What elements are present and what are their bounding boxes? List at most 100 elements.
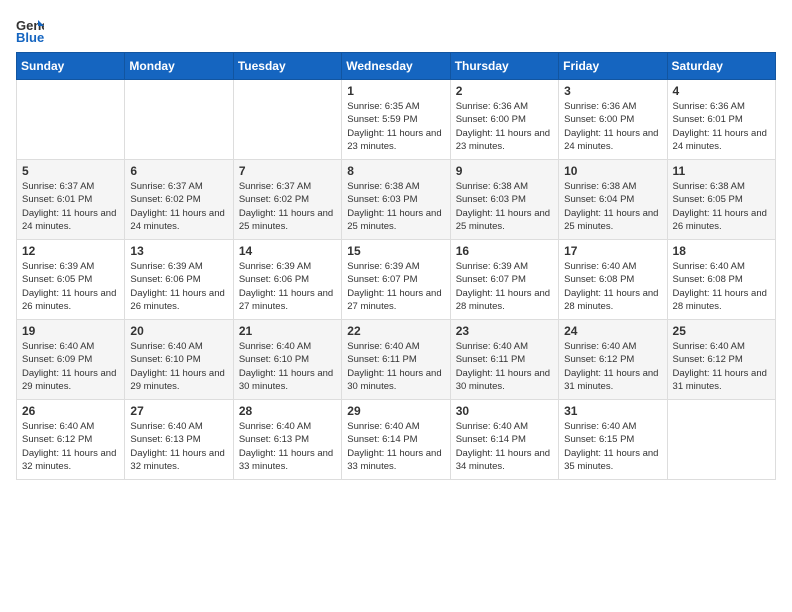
- day-info: Sunrise: 6:38 AMSunset: 6:04 PMDaylight:…: [564, 180, 661, 233]
- week-row-2: 12 Sunrise: 6:39 AMSunset: 6:05 PMDayligh…: [17, 240, 776, 320]
- calendar-cell: 13 Sunrise: 6:39 AMSunset: 6:06 PMDayligh…: [125, 240, 233, 320]
- day-info: Sunrise: 6:38 AMSunset: 6:03 PMDaylight:…: [347, 180, 444, 233]
- weekday-header-wednesday: Wednesday: [342, 53, 450, 80]
- day-number: 13: [130, 244, 227, 258]
- day-info: Sunrise: 6:36 AMSunset: 6:00 PMDaylight:…: [564, 100, 661, 153]
- logo: General Blue: [16, 16, 48, 44]
- calendar-cell: 24 Sunrise: 6:40 AMSunset: 6:12 PMDayligh…: [559, 320, 667, 400]
- day-number: 3: [564, 84, 661, 98]
- calendar-cell: 11 Sunrise: 6:38 AMSunset: 6:05 PMDayligh…: [667, 160, 775, 240]
- day-info: Sunrise: 6:36 AMSunset: 6:01 PMDaylight:…: [673, 100, 770, 153]
- day-number: 1: [347, 84, 444, 98]
- day-number: 28: [239, 404, 336, 418]
- day-number: 6: [130, 164, 227, 178]
- calendar-cell: 28 Sunrise: 6:40 AMSunset: 6:13 PMDayligh…: [233, 400, 341, 480]
- weekday-header-saturday: Saturday: [667, 53, 775, 80]
- calendar-cell: 8 Sunrise: 6:38 AMSunset: 6:03 PMDaylight…: [342, 160, 450, 240]
- calendar-cell: 29 Sunrise: 6:40 AMSunset: 6:14 PMDayligh…: [342, 400, 450, 480]
- day-info: Sunrise: 6:40 AMSunset: 6:12 PMDaylight:…: [22, 420, 119, 473]
- day-number: 29: [347, 404, 444, 418]
- calendar-cell: 26 Sunrise: 6:40 AMSunset: 6:12 PMDayligh…: [17, 400, 125, 480]
- calendar-cell: [233, 80, 341, 160]
- calendar-cell: 4 Sunrise: 6:36 AMSunset: 6:01 PMDaylight…: [667, 80, 775, 160]
- day-info: Sunrise: 6:40 AMSunset: 6:14 PMDaylight:…: [456, 420, 553, 473]
- day-number: 2: [456, 84, 553, 98]
- calendar-cell: 22 Sunrise: 6:40 AMSunset: 6:11 PMDayligh…: [342, 320, 450, 400]
- calendar-cell: 10Sunrise: 6:38 AMSunset: 6:04 PMDayligh…: [559, 160, 667, 240]
- day-info: Sunrise: 6:37 AMSunset: 6:01 PMDaylight:…: [22, 180, 119, 233]
- day-info: Sunrise: 6:36 AMSunset: 6:00 PMDaylight:…: [456, 100, 553, 153]
- day-number: 23: [456, 324, 553, 338]
- day-number: 30: [456, 404, 553, 418]
- day-number: 16: [456, 244, 553, 258]
- day-info: Sunrise: 6:40 AMSunset: 6:09 PMDaylight:…: [22, 340, 119, 393]
- day-info: Sunrise: 6:40 AMSunset: 6:10 PMDaylight:…: [239, 340, 336, 393]
- day-number: 7: [239, 164, 336, 178]
- week-row-1: 5 Sunrise: 6:37 AMSunset: 6:01 PMDaylight…: [17, 160, 776, 240]
- day-info: Sunrise: 6:40 AMSunset: 6:15 PMDaylight:…: [564, 420, 661, 473]
- day-number: 19: [22, 324, 119, 338]
- calendar-cell: 9Sunrise: 6:38 AMSunset: 6:03 PMDaylight…: [450, 160, 558, 240]
- weekday-header-tuesday: Tuesday: [233, 53, 341, 80]
- day-info: Sunrise: 6:40 AMSunset: 6:12 PMDaylight:…: [564, 340, 661, 393]
- calendar-table: SundayMondayTuesdayWednesdayThursdayFrid…: [16, 52, 776, 480]
- calendar-cell: 25Sunrise: 6:40 AMSunset: 6:12 PMDayligh…: [667, 320, 775, 400]
- calendar-cell: 23Sunrise: 6:40 AMSunset: 6:11 PMDayligh…: [450, 320, 558, 400]
- day-number: 17: [564, 244, 661, 258]
- day-info: Sunrise: 6:38 AMSunset: 6:05 PMDaylight:…: [673, 180, 770, 233]
- day-info: Sunrise: 6:40 AMSunset: 6:11 PMDaylight:…: [347, 340, 444, 393]
- day-info: Sunrise: 6:40 AMSunset: 6:12 PMDaylight:…: [673, 340, 770, 393]
- day-number: 14: [239, 244, 336, 258]
- calendar-cell: 15 Sunrise: 6:39 AMSunset: 6:07 PMDayligh…: [342, 240, 450, 320]
- calendar-cell: 5 Sunrise: 6:37 AMSunset: 6:01 PMDaylight…: [17, 160, 125, 240]
- day-number: 15: [347, 244, 444, 258]
- logo-icon: General Blue: [16, 16, 44, 44]
- day-info: Sunrise: 6:39 AMSunset: 6:06 PMDaylight:…: [130, 260, 227, 313]
- week-row-0: 1 Sunrise: 6:35 AMSunset: 5:59 PMDaylight…: [17, 80, 776, 160]
- weekday-header-thursday: Thursday: [450, 53, 558, 80]
- calendar-cell: 12 Sunrise: 6:39 AMSunset: 6:05 PMDayligh…: [17, 240, 125, 320]
- day-number: 26: [22, 404, 119, 418]
- day-number: 20: [130, 324, 227, 338]
- calendar-cell: 20 Sunrise: 6:40 AMSunset: 6:10 PMDayligh…: [125, 320, 233, 400]
- calendar-cell: 3 Sunrise: 6:36 AMSunset: 6:00 PMDaylight…: [559, 80, 667, 160]
- day-info: Sunrise: 6:40 AMSunset: 6:13 PMDaylight:…: [130, 420, 227, 473]
- header: General Blue: [16, 16, 776, 44]
- calendar-cell: 31Sunrise: 6:40 AMSunset: 6:15 PMDayligh…: [559, 400, 667, 480]
- week-row-4: 26 Sunrise: 6:40 AMSunset: 6:12 PMDayligh…: [17, 400, 776, 480]
- day-info: Sunrise: 6:40 AMSunset: 6:14 PMDaylight:…: [347, 420, 444, 473]
- day-info: Sunrise: 6:39 AMSunset: 6:07 PMDaylight:…: [456, 260, 553, 313]
- calendar-cell: 17 Sunrise: 6:40 AMSunset: 6:08 PMDayligh…: [559, 240, 667, 320]
- weekday-header-friday: Friday: [559, 53, 667, 80]
- day-info: Sunrise: 6:37 AMSunset: 6:02 PMDaylight:…: [239, 180, 336, 233]
- day-number: 11: [673, 164, 770, 178]
- day-number: 24: [564, 324, 661, 338]
- day-info: Sunrise: 6:40 AMSunset: 6:08 PMDaylight:…: [673, 260, 770, 313]
- day-number: 4: [673, 84, 770, 98]
- day-number: 22: [347, 324, 444, 338]
- day-info: Sunrise: 6:40 AMSunset: 6:08 PMDaylight:…: [564, 260, 661, 313]
- weekday-header-monday: Monday: [125, 53, 233, 80]
- day-number: 5: [22, 164, 119, 178]
- day-info: Sunrise: 6:35 AMSunset: 5:59 PMDaylight:…: [347, 100, 444, 153]
- calendar-cell: 18Sunrise: 6:40 AMSunset: 6:08 PMDayligh…: [667, 240, 775, 320]
- weekday-header-row: SundayMondayTuesdayWednesdayThursdayFrid…: [17, 53, 776, 80]
- svg-text:Blue: Blue: [16, 30, 44, 44]
- calendar-cell: 1 Sunrise: 6:35 AMSunset: 5:59 PMDaylight…: [342, 80, 450, 160]
- calendar-cell: 7 Sunrise: 6:37 AMSunset: 6:02 PMDaylight…: [233, 160, 341, 240]
- day-info: Sunrise: 6:40 AMSunset: 6:13 PMDaylight:…: [239, 420, 336, 473]
- day-number: 8: [347, 164, 444, 178]
- calendar-cell: 19 Sunrise: 6:40 AMSunset: 6:09 PMDayligh…: [17, 320, 125, 400]
- day-info: Sunrise: 6:40 AMSunset: 6:10 PMDaylight:…: [130, 340, 227, 393]
- day-number: 9: [456, 164, 553, 178]
- day-info: Sunrise: 6:39 AMSunset: 6:07 PMDaylight:…: [347, 260, 444, 313]
- day-number: 12: [22, 244, 119, 258]
- day-info: Sunrise: 6:39 AMSunset: 6:06 PMDaylight:…: [239, 260, 336, 313]
- calendar-cell: 2 Sunrise: 6:36 AMSunset: 6:00 PMDaylight…: [450, 80, 558, 160]
- day-info: Sunrise: 6:37 AMSunset: 6:02 PMDaylight:…: [130, 180, 227, 233]
- calendar-cell: 27Sunrise: 6:40 AMSunset: 6:13 PMDayligh…: [125, 400, 233, 480]
- calendar-cell: [125, 80, 233, 160]
- day-info: Sunrise: 6:39 AMSunset: 6:05 PMDaylight:…: [22, 260, 119, 313]
- calendar-cell: 21Sunrise: 6:40 AMSunset: 6:10 PMDayligh…: [233, 320, 341, 400]
- calendar-cell: 30 Sunrise: 6:40 AMSunset: 6:14 PMDayligh…: [450, 400, 558, 480]
